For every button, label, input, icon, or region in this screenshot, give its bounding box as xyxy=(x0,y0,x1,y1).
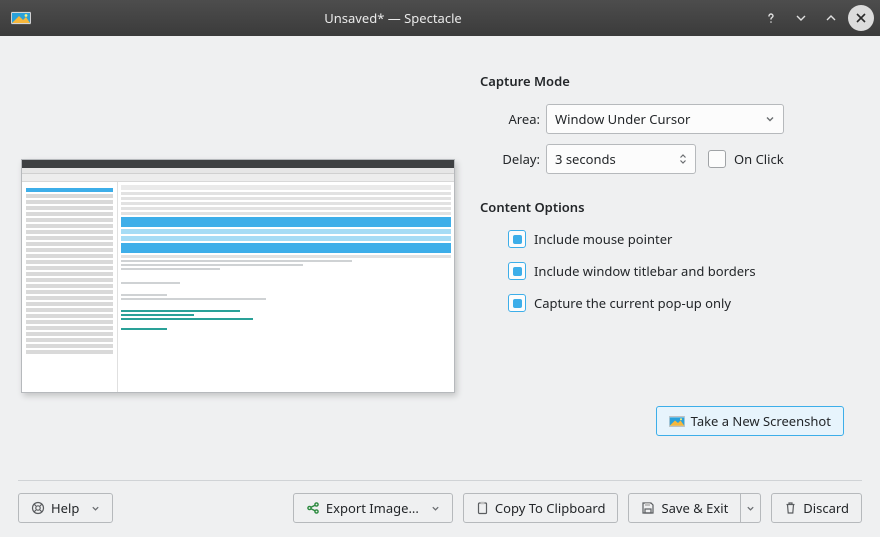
trash-icon xyxy=(784,501,797,515)
area-combobox[interactable]: Window Under Cursor xyxy=(546,104,784,134)
save-exit-split-button: Save & Exit xyxy=(628,493,761,523)
include-pointer-checkbox[interactable] xyxy=(508,230,526,248)
capture-mode-heading: Capture Mode xyxy=(480,72,862,90)
area-row: Area: Window Under Cursor xyxy=(480,104,862,134)
minimize-button[interactable] xyxy=(788,5,814,31)
preview-pane xyxy=(18,54,458,480)
export-image-button[interactable]: Export Image... xyxy=(293,493,453,523)
discard-button[interactable]: Discard xyxy=(771,493,862,523)
capture-popup-label: Capture the current pop-up only xyxy=(534,294,731,312)
options-pane: Capture Mode Area: Window Under Cursor D… xyxy=(480,54,862,480)
clipboard-icon xyxy=(476,501,489,515)
copy-clipboard-label: Copy To Clipboard xyxy=(495,499,606,517)
window-title: Unsaved* — Spectacle xyxy=(32,9,754,27)
spectacle-app-icon xyxy=(10,7,32,29)
delay-label: Delay: xyxy=(480,150,540,168)
chevron-down-icon xyxy=(431,504,440,513)
spectacle-icon xyxy=(669,415,685,428)
delay-value: 3 seconds xyxy=(555,150,616,168)
bottom-button-bar: Help Export Image... xyxy=(18,480,862,523)
help-button[interactable]: Help xyxy=(18,493,113,523)
lifebuoy-icon xyxy=(31,501,45,515)
chevron-down-icon xyxy=(91,504,100,513)
copy-clipboard-button[interactable]: Copy To Clipboard xyxy=(463,493,619,523)
include-titlebar-label: Include window titlebar and borders xyxy=(534,262,756,280)
spin-stepper-icon xyxy=(679,154,687,164)
delay-spinbox[interactable]: 3 seconds xyxy=(546,144,696,174)
save-exit-label: Save & Exit xyxy=(661,499,728,517)
chevron-down-icon xyxy=(765,114,775,124)
capture-popup-checkbox[interactable] xyxy=(508,294,526,312)
help-titlebar-button[interactable] xyxy=(758,5,784,31)
screenshot-preview[interactable] xyxy=(21,159,455,393)
include-pointer-label: Include mouse pointer xyxy=(534,230,672,248)
close-button[interactable] xyxy=(848,5,874,31)
content-options-heading: Content Options xyxy=(480,198,862,216)
export-image-label: Export Image... xyxy=(326,499,419,517)
window-titlebar: Unsaved* — Spectacle xyxy=(0,0,880,36)
onclick-checkbox[interactable] xyxy=(708,150,726,168)
area-value: Window Under Cursor xyxy=(555,110,690,128)
save-exit-button[interactable]: Save & Exit xyxy=(628,493,741,523)
take-screenshot-button[interactable]: Take a New Screenshot xyxy=(656,406,844,436)
delay-row: Delay: 3 seconds On Click xyxy=(480,144,862,174)
include-titlebar-checkbox[interactable] xyxy=(508,262,526,280)
onclick-label: On Click xyxy=(734,150,784,168)
share-icon xyxy=(306,501,320,515)
discard-label: Discard xyxy=(803,499,849,517)
save-exit-dropdown[interactable] xyxy=(741,493,761,523)
take-screenshot-label: Take a New Screenshot xyxy=(691,412,831,430)
area-label: Area: xyxy=(480,110,540,128)
maximize-button[interactable] xyxy=(818,5,844,31)
save-icon xyxy=(641,501,655,515)
window-body: Capture Mode Area: Window Under Cursor D… xyxy=(0,36,880,537)
help-label: Help xyxy=(51,499,79,517)
